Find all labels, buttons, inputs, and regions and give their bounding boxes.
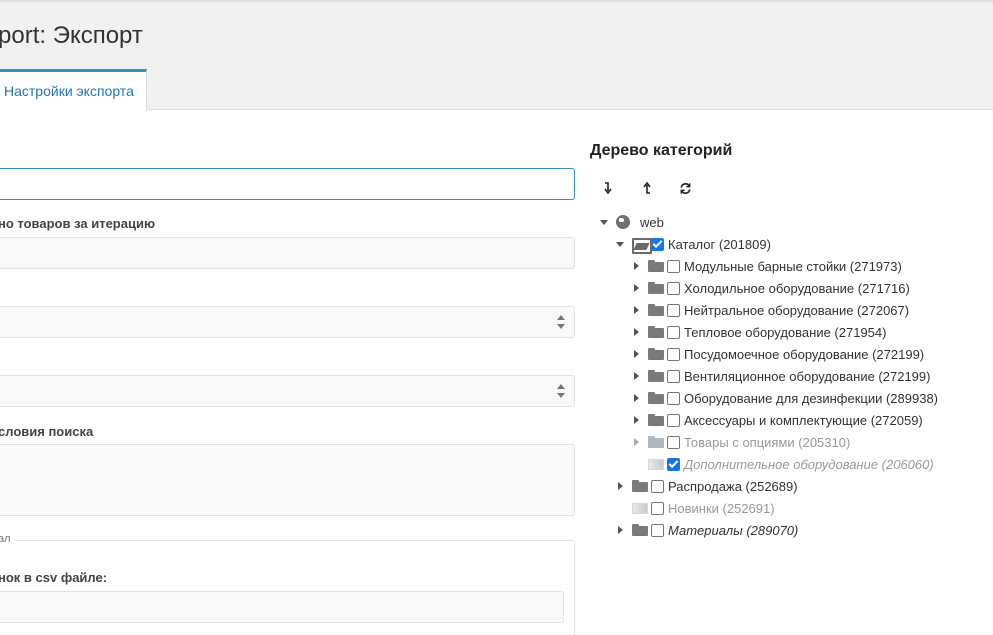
expand-toggle[interactable]	[628, 390, 644, 406]
tree-node-category[interactable]: Аксессуары и комплектующие (272059)	[628, 409, 923, 431]
catalog-checkbox[interactable]	[651, 237, 664, 251]
tree-node-label: Новинки (252691)	[668, 500, 775, 516]
tree-node-catalog[interactable]: Каталог (201809)	[612, 233, 771, 255]
expand-toggle[interactable]	[628, 368, 644, 384]
tree-node-label: Распродажа (252689)	[668, 478, 798, 494]
select-arrows-icon	[557, 315, 565, 329]
category-checkbox[interactable]	[667, 347, 680, 361]
sale-checkbox[interactable]	[651, 479, 664, 493]
folder-icon	[648, 370, 664, 382]
category-checkbox[interactable]	[667, 303, 680, 317]
search-conditions-label: словия поиска	[0, 424, 94, 439]
tree-node-category[interactable]: Дополнительное оборудование (206060)	[628, 453, 934, 475]
category-checkbox[interactable]	[667, 325, 680, 339]
tree-node-label: Модульные барные стойки (271973)	[684, 258, 902, 274]
tree-node-label: Вентиляционное оборудование (272199)	[684, 368, 931, 384]
tree-node-label: Нейтральное оборудование (272067)	[684, 302, 910, 318]
page-header: port: Экспорт	[0, 0, 993, 110]
folder-icon	[648, 304, 664, 316]
tree-node-category[interactable]: Модульные барные стойки (271973)	[628, 255, 902, 277]
tree-node-label: Аксессуары и комплектующие (272059)	[684, 412, 923, 428]
expand-toggle[interactable]	[628, 324, 644, 340]
select-1[interactable]	[0, 306, 575, 338]
tree-node-web[interactable]: web	[596, 211, 664, 233]
items-per-iteration-input[interactable]	[0, 237, 575, 269]
tree-node-category[interactable]: Оборудование для дезинфекции (289938)	[628, 387, 938, 409]
tree-node-category[interactable]: Вентиляционное оборудование (272199)	[628, 365, 930, 387]
folder-icon	[632, 524, 648, 536]
category-checkbox[interactable]	[667, 259, 680, 273]
folder-icon	[632, 480, 648, 492]
arrow-down-icon	[604, 182, 612, 194]
folder-icon	[648, 348, 664, 360]
new-checkbox[interactable]	[651, 501, 664, 515]
items-per-iteration-label: но товаров за итерацию	[0, 216, 156, 231]
folder-open-icon	[632, 238, 652, 254]
expand-toggle[interactable]	[628, 346, 644, 362]
globe-icon	[616, 215, 630, 229]
category-checkbox[interactable]	[667, 281, 680, 295]
tree-node-category[interactable]: Товары с опциями (205310)	[628, 431, 850, 453]
document-icon	[648, 458, 664, 470]
expand-toggle[interactable]	[628, 258, 644, 274]
folder-icon	[648, 260, 664, 272]
tree-node-category[interactable]: Посудомоечное оборудование (272199)	[628, 343, 924, 365]
page-title: port: Экспорт	[0, 22, 143, 49]
expand-all-button[interactable]	[597, 178, 619, 198]
expand-toggle[interactable]	[628, 434, 644, 450]
collapse-all-button[interactable]	[636, 178, 658, 198]
tree-node-label: Материалы (289070)	[668, 522, 799, 538]
fieldset-legend: ал	[0, 533, 15, 545]
tree-node-label: Дополнительное оборудование (206060)	[684, 456, 934, 472]
collapse-toggle[interactable]	[596, 214, 612, 230]
arrow-up-icon	[643, 182, 651, 194]
csv-input[interactable]	[0, 591, 564, 623]
select-2[interactable]	[0, 375, 575, 407]
tree-node-label: Тепловое оборудование (271954)	[684, 324, 887, 340]
tab-export-settings[interactable]: Настройки экспорта	[0, 69, 147, 111]
tree-node-category[interactable]: Нейтральное оборудование (272067)	[628, 299, 909, 321]
tree-node-label: Каталог (201809)	[668, 236, 771, 252]
tree-node-label: Товары с опциями (205310)	[684, 434, 851, 450]
tree-node-category[interactable]: Холодильное оборудование (271716)	[628, 277, 910, 299]
category-checkbox[interactable]	[667, 435, 680, 449]
refresh-icon	[679, 182, 691, 194]
expand-toggle[interactable]	[628, 302, 644, 318]
expand-toggle[interactable]	[612, 478, 628, 494]
text-input-1[interactable]	[0, 168, 575, 200]
folder-icon	[648, 326, 664, 338]
tree-node-new[interactable]: Новинки (252691)	[612, 497, 775, 519]
tree-title: Дерево категорий	[590, 142, 733, 159]
tree-node-label: Холодильное оборудование (271716)	[684, 280, 910, 296]
select-arrows-icon	[557, 384, 565, 398]
document-icon	[632, 502, 648, 514]
category-checkbox[interactable]	[667, 457, 680, 471]
folder-icon	[648, 392, 664, 404]
tree-node-label: Оборудование для дезинфекции (289938)	[684, 390, 939, 406]
csv-label: нок в csv файле:	[0, 570, 108, 585]
tree-node-label: Посудомоечное оборудование (272199)	[684, 346, 925, 362]
search-conditions-textarea[interactable]	[0, 444, 575, 516]
tree-node-sale[interactable]: Распродажа (252689)	[612, 475, 798, 497]
tree-node-label: web	[640, 214, 664, 230]
refresh-button[interactable]	[674, 178, 696, 198]
folder-icon	[648, 282, 664, 294]
category-checkbox[interactable]	[667, 391, 680, 405]
collapse-toggle[interactable]	[612, 236, 628, 252]
category-checkbox[interactable]	[667, 369, 680, 383]
folder-icon	[648, 436, 664, 448]
tree-node-materials[interactable]: Материалы (289070)	[612, 519, 798, 541]
folder-icon	[648, 414, 664, 426]
expand-toggle[interactable]	[612, 522, 628, 538]
tree-node-category[interactable]: Тепловое оборудование (271954)	[628, 321, 886, 343]
materials-checkbox[interactable]	[651, 523, 664, 537]
expand-toggle[interactable]	[628, 280, 644, 296]
category-checkbox[interactable]	[667, 413, 680, 427]
expand-toggle[interactable]	[628, 412, 644, 428]
